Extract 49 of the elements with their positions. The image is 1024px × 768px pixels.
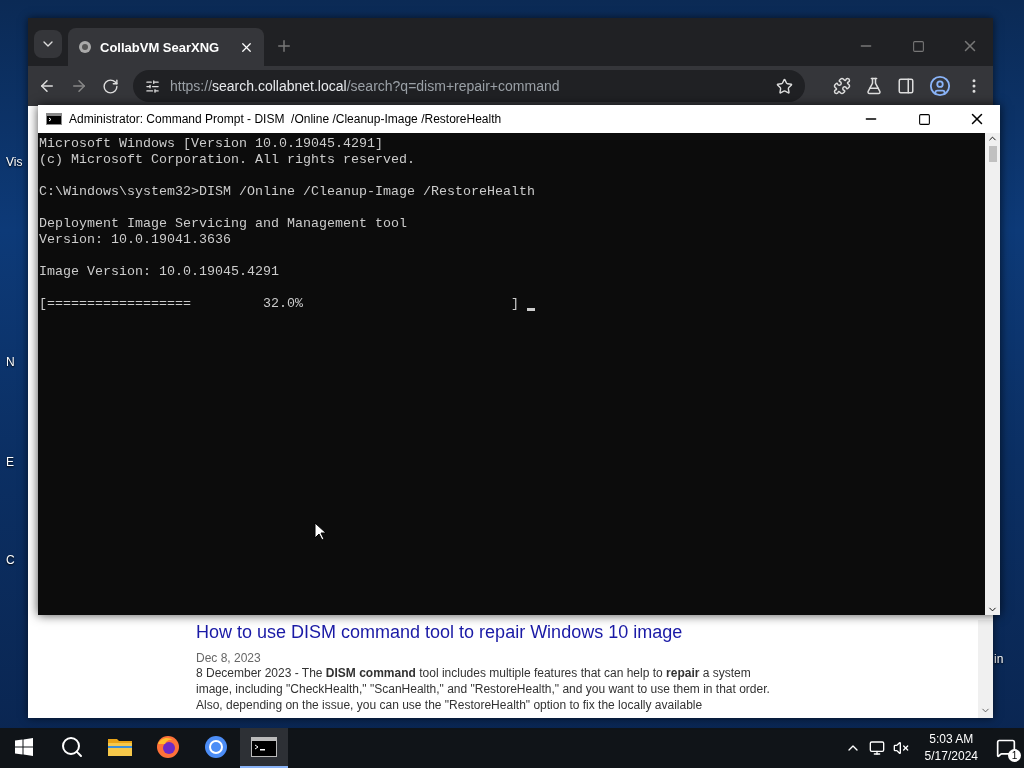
reload-icon[interactable] [102,77,119,95]
windows-logo-icon [15,738,33,756]
extensions-icon[interactable] [833,77,851,95]
profile-icon[interactable] [929,75,951,97]
notifications-button[interactable]: 1 [994,736,1018,760]
mouse-pointer-icon [314,522,326,541]
side-panel-icon[interactable] [897,77,915,95]
desktop-icon-label[interactable]: E [6,455,14,469]
notification-count: 1 [1008,749,1021,762]
desktop-icon-label[interactable]: in [994,652,1004,666]
clock-time: 5:03 AM [929,731,974,748]
console-line: (c) Microsoft Corporation. All rights reserved. [39,152,415,168]
new-tab-icon[interactable] [275,37,293,55]
desktop-icon-label[interactable]: C [6,553,15,567]
volume-muted-icon[interactable] [892,740,909,756]
bookmark-star-icon[interactable] [776,77,793,95]
back-icon[interactable] [38,77,56,95]
console-line: Microsoft Windows [Version 10.0.19045.4291] [39,136,383,152]
clock-date: 5/17/2024 [924,748,978,765]
console-icon [251,737,277,757]
result-snippet: 8 December 2023 - The DISM command tool includes multiple features that can help to repair a system image, including "CheckHealth," "ScanHealth," and "RestoreHealth," and you want to use them in that order. Also, depending on the issue, you can use the "RestoreHealth" option to fix the locally available [196,665,771,713]
clock[interactable]: 5:03 AM 5/17/2024 [924,731,978,765]
result-date: Dec 8, 2023 [196,651,262,665]
flask-icon[interactable] [865,77,883,95]
console-line: Image Version: 10.0.19045.4291 [39,264,279,280]
console-line: Version: 10.0.19041.3636 [39,232,231,248]
desktop-icon-label[interactable]: Vis [6,155,23,169]
browser-tab[interactable]: CollabVM SearXNG [68,28,264,66]
tab-search-button[interactable] [34,30,62,58]
desktop-icon-label[interactable]: N [6,355,15,369]
search-icon [60,735,84,759]
window-title: Administrator: Command Prompt - DISM /Online /Cleanup-Image /RestoreHealth [69,112,503,126]
site-favicon-icon [78,40,92,54]
scrollbar[interactable] [985,133,1000,615]
site-info-icon[interactable] [145,78,160,94]
maximize-icon[interactable] [917,112,931,126]
text-cursor-icon [526,308,535,311]
console-icon [46,113,62,125]
scroll-thumb[interactable] [988,146,997,162]
folder-icon [108,737,132,757]
address-bar[interactable]: https://search.collabnet.local/search?q=dism+repair+command [133,70,805,102]
result-title-link[interactable]: How to use DISM command tool to repair Windows 10 image [196,622,978,643]
scrollbar[interactable] [978,620,993,718]
forward-icon[interactable] [70,77,88,95]
console-line: [================== 32.0% ] [39,296,520,312]
console-line: C:\Windows\system32>DISM /Online /Cleanup-Image /RestoreHealth [39,184,535,200]
network-icon[interactable] [868,740,885,756]
taskbar-button[interactable] [240,728,288,768]
console-line: Deployment Image Servicing and Management tool [39,216,407,232]
